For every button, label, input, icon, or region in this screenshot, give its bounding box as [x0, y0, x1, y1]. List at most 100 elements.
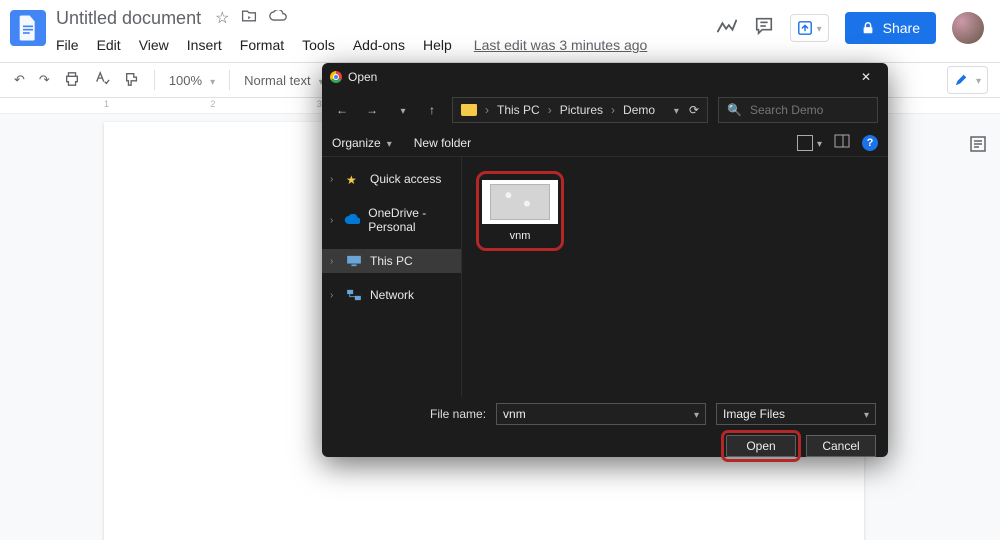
- nav-history-icon[interactable]: [392, 103, 412, 117]
- view-mode-button[interactable]: [797, 135, 822, 151]
- tree-label: This PC: [370, 254, 413, 268]
- breadcrumb-item[interactable]: This PC: [497, 103, 540, 117]
- nav-tree: › ★ Quick access › OneDrive - Personal ›…: [322, 157, 462, 397]
- file-name: vnm: [510, 230, 531, 242]
- dialog-title: Open: [348, 70, 377, 84]
- docs-file-icon: [18, 15, 38, 41]
- redo-icon[interactable]: ↷: [39, 72, 50, 88]
- organize-button[interactable]: Organize: [332, 136, 392, 150]
- account-avatar[interactable]: [952, 12, 984, 44]
- pencil-icon: [954, 73, 968, 87]
- filename-input[interactable]: vnm: [496, 403, 706, 425]
- folder-icon: [461, 104, 477, 116]
- dialog-footer: File name: vnm Image Files Open Cancel: [322, 397, 888, 457]
- chevron-right-icon: ›: [330, 290, 338, 301]
- address-bar[interactable]: › This PC › Pictures › Demo ⟳: [452, 97, 708, 123]
- present-button[interactable]: [790, 14, 829, 42]
- file-item-vnm[interactable]: vnm: [476, 171, 564, 251]
- help-icon[interactable]: ?: [862, 135, 878, 151]
- caret-down-icon: [974, 71, 981, 89]
- file-open-dialog: Open ✕ ← → ↑ › This PC › Pictures › Demo…: [322, 63, 888, 457]
- new-folder-button[interactable]: New folder: [414, 136, 471, 150]
- menu-help[interactable]: Help: [423, 37, 452, 53]
- comments-icon[interactable]: [754, 16, 774, 41]
- menu-tools[interactable]: Tools: [302, 37, 335, 53]
- chevron-right-icon: ›: [485, 103, 489, 117]
- editing-mode-button[interactable]: [947, 66, 988, 94]
- search-icon: 🔍: [727, 103, 742, 117]
- outline-icon[interactable]: [964, 130, 992, 158]
- docs-menubar: File Edit View Insert Format Tools Add-o…: [56, 34, 647, 56]
- paragraph-style-select[interactable]: Normal text: [244, 73, 324, 88]
- share-label: Share: [883, 20, 920, 36]
- breadcrumb-item[interactable]: Demo: [623, 103, 655, 117]
- menu-format[interactable]: Format: [240, 37, 284, 53]
- paint-format-icon[interactable]: [124, 71, 140, 90]
- chevron-right-icon: ›: [611, 103, 615, 117]
- path-dropdown-icon[interactable]: [672, 103, 679, 117]
- monitor-icon: [346, 255, 362, 267]
- nav-up-icon[interactable]: ↑: [422, 103, 442, 117]
- nav-forward-icon[interactable]: →: [362, 103, 382, 117]
- caret-down-icon: [385, 136, 392, 150]
- caret-down-icon[interactable]: [692, 407, 699, 421]
- dialog-nav: ← → ↑ › This PC › Pictures › Demo ⟳ 🔍: [322, 91, 888, 129]
- caret-down-icon: [815, 136, 822, 150]
- tree-quick-access[interactable]: › ★ Quick access: [322, 167, 461, 191]
- dialog-titlebar[interactable]: Open ✕: [322, 63, 888, 91]
- last-edit-link[interactable]: Last edit was 3 minutes ago: [474, 37, 648, 53]
- search-box[interactable]: 🔍: [718, 97, 878, 123]
- chevron-right-icon: ›: [548, 103, 552, 117]
- filetype-select[interactable]: Image Files: [716, 403, 876, 425]
- activity-icon[interactable]: [716, 18, 738, 39]
- docs-logo[interactable]: [10, 10, 46, 46]
- present-caret-icon: [815, 19, 822, 37]
- tree-network[interactable]: › Network: [322, 283, 461, 307]
- ruler-tick: 2: [210, 99, 215, 109]
- cancel-button[interactable]: Cancel: [806, 435, 876, 457]
- chevron-right-icon: ›: [330, 215, 336, 226]
- menu-insert[interactable]: Insert: [187, 37, 222, 53]
- toolbar-separator: [154, 70, 155, 90]
- refresh-icon[interactable]: ⟳: [689, 103, 699, 117]
- tree-onedrive[interactable]: › OneDrive - Personal: [322, 201, 461, 239]
- star-icon[interactable]: ☆: [215, 8, 229, 28]
- star-icon: ★: [346, 173, 362, 185]
- view-thumb-icon: [797, 135, 813, 151]
- cloud-icon: [344, 214, 360, 226]
- spellcheck-icon[interactable]: [94, 71, 110, 90]
- dialog-command-bar: Organize New folder ?: [322, 129, 888, 157]
- menu-edit[interactable]: Edit: [97, 37, 121, 53]
- ruler-tick: 1: [104, 99, 109, 109]
- undo-icon[interactable]: ↶: [14, 72, 25, 88]
- nav-back-icon[interactable]: ←: [332, 103, 352, 117]
- tree-this-pc[interactable]: › This PC: [322, 249, 461, 273]
- docs-title-area: Untitled document ☆ File Edit View Inser…: [56, 6, 647, 56]
- chrome-icon: [330, 71, 342, 83]
- share-button[interactable]: Share: [845, 12, 936, 44]
- menu-view[interactable]: View: [139, 37, 169, 53]
- network-icon: [346, 289, 362, 301]
- lock-icon: [861, 21, 875, 35]
- tree-label: Network: [370, 288, 414, 302]
- tree-label: Quick access: [370, 172, 441, 186]
- search-input[interactable]: [750, 103, 869, 117]
- zoom-select[interactable]: 100%: [169, 73, 215, 88]
- open-button[interactable]: Open: [726, 435, 796, 457]
- docs-header: Untitled document ☆ File Edit View Inser…: [0, 0, 1000, 56]
- chevron-right-icon: ›: [330, 174, 338, 185]
- preview-pane-button[interactable]: [834, 133, 850, 152]
- menu-addons[interactable]: Add-ons: [353, 37, 405, 53]
- print-icon[interactable]: [64, 71, 80, 90]
- document-title[interactable]: Untitled document: [56, 8, 201, 29]
- breadcrumb-item[interactable]: Pictures: [560, 103, 603, 117]
- menu-file[interactable]: File: [56, 37, 79, 53]
- file-list[interactable]: vnm: [462, 157, 888, 397]
- close-button[interactable]: ✕: [852, 67, 880, 87]
- cloud-status-icon[interactable]: [269, 9, 287, 27]
- caret-down-icon: [208, 73, 215, 88]
- tree-label: OneDrive - Personal: [368, 206, 453, 234]
- present-up-icon: [797, 20, 813, 36]
- dialog-body: › ★ Quick access › OneDrive - Personal ›…: [322, 157, 888, 397]
- move-icon[interactable]: [241, 9, 257, 28]
